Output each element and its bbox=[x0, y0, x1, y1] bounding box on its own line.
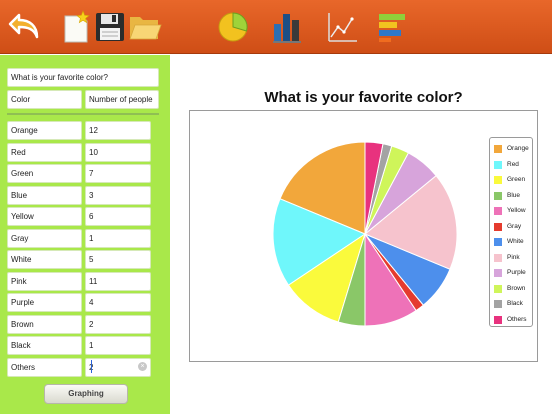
legend-label: Brown bbox=[507, 284, 526, 292]
row-label-input[interactable]: Orange bbox=[7, 121, 82, 140]
toolbar bbox=[0, 0, 552, 54]
legend-swatch bbox=[494, 238, 502, 246]
horizontal-bar-chart-icon bbox=[379, 14, 405, 42]
legend-label: Others bbox=[507, 315, 527, 323]
legend-swatch bbox=[494, 145, 502, 153]
row-value-input[interactable]: 5 bbox=[85, 250, 151, 269]
row-value-input[interactable]: 2 bbox=[85, 314, 151, 334]
legend-label: Purple bbox=[507, 269, 526, 276]
divider bbox=[7, 113, 159, 115]
text-cursor bbox=[91, 360, 92, 373]
legend-swatch bbox=[494, 284, 502, 293]
row-label-input[interactable]: Brown bbox=[7, 314, 82, 334]
floppy-disk-icon bbox=[96, 13, 124, 41]
legend-swatch bbox=[494, 160, 502, 169]
legend-swatch bbox=[494, 176, 502, 184]
legend-swatch bbox=[494, 207, 502, 215]
legend: Orange Red Green Blue Yellow Gray White Pink Pur… bbox=[489, 137, 533, 327]
row-label-input[interactable]: Yellow bbox=[7, 207, 82, 226]
row-value-input[interactable]: 11 bbox=[85, 271, 151, 291]
legend-swatch bbox=[494, 222, 502, 231]
legend-label: Black bbox=[507, 300, 523, 307]
row-value-input[interactable]: 12 bbox=[85, 121, 151, 140]
open-folder-button[interactable] bbox=[126, 8, 164, 46]
clear-icon[interactable]: × bbox=[138, 362, 147, 371]
row-value-input[interactable]: 3 bbox=[85, 185, 151, 205]
chart-title-input[interactable]: What is your favorite color? bbox=[7, 68, 159, 87]
save-button[interactable] bbox=[91, 8, 129, 46]
legend-label: Pink bbox=[507, 253, 520, 261]
pie-chart bbox=[272, 141, 458, 327]
row-label-input[interactable]: Red bbox=[7, 142, 82, 162]
bar-chart-icon bbox=[273, 14, 301, 43]
legend-swatch bbox=[494, 253, 502, 262]
label-header-input[interactable]: Color bbox=[7, 90, 82, 109]
chart-title: What is your favorite color? bbox=[264, 89, 463, 106]
row-label-input[interactable]: Purple bbox=[7, 293, 82, 312]
folder-icon bbox=[129, 17, 162, 40]
back-arrow-icon bbox=[8, 13, 39, 39]
row-label-input[interactable]: Green bbox=[7, 164, 82, 183]
row-label-input[interactable]: Pink bbox=[7, 271, 82, 291]
new-document-button[interactable] bbox=[56, 8, 94, 46]
legend-swatch bbox=[494, 300, 502, 308]
row-value-input[interactable]: 10 bbox=[85, 142, 151, 162]
graphing-button[interactable]: Graphing bbox=[44, 384, 128, 404]
row-label-input[interactable]: Black bbox=[7, 336, 82, 355]
row-value-input[interactable]: 1 bbox=[85, 336, 151, 355]
line-chart-button[interactable] bbox=[323, 8, 361, 46]
row-label-input[interactable]: Gray bbox=[7, 228, 82, 248]
row-value-input[interactable]: 6 bbox=[85, 207, 151, 226]
line-chart-icon bbox=[328, 13, 357, 42]
legend-label: Orange bbox=[507, 145, 529, 152]
legend-label: Yellow bbox=[507, 207, 526, 214]
back-button[interactable] bbox=[6, 8, 44, 46]
bar-chart-button[interactable] bbox=[268, 8, 306, 46]
row-value-input[interactable]: 4 bbox=[85, 293, 151, 312]
pie-chart-button[interactable] bbox=[214, 8, 252, 46]
horizontal-bar-chart-button[interactable] bbox=[373, 8, 411, 46]
new-document-icon bbox=[64, 10, 90, 43]
legend-label: Red bbox=[507, 160, 519, 168]
legend-swatch bbox=[494, 191, 502, 200]
row-value-input[interactable]: 1 bbox=[85, 228, 151, 248]
legend-label: White bbox=[507, 238, 524, 245]
legend-swatch bbox=[494, 315, 502, 324]
value-header-input[interactable]: Number of people bbox=[85, 90, 159, 109]
row-label-input[interactable]: White bbox=[7, 250, 82, 269]
legend-label: Gray bbox=[507, 222, 522, 230]
row-label-input[interactable]: Blue bbox=[7, 185, 82, 205]
legend-label: Green bbox=[507, 176, 526, 183]
pie-chart-icon bbox=[218, 12, 248, 42]
legend-label: Blue bbox=[507, 191, 521, 199]
row-value-input[interactable]: 7 bbox=[85, 164, 151, 183]
row-label-input[interactable]: Others bbox=[7, 357, 82, 377]
legend-swatch bbox=[494, 269, 502, 277]
chart-area: Orange Red Green Blue Yellow Gray White Pink Pur… bbox=[189, 110, 538, 362]
